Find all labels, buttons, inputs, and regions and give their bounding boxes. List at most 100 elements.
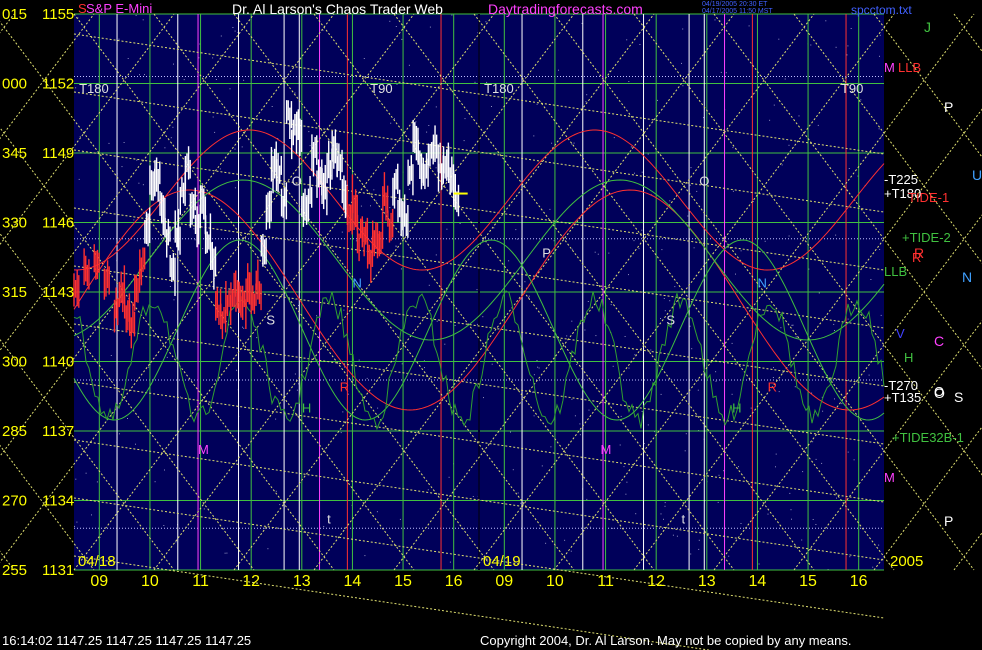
star-dot [732, 147, 734, 149]
star-dot [226, 552, 228, 554]
star-dot [224, 552, 226, 554]
star-dot [634, 172, 635, 174]
star-dot [728, 555, 730, 557]
star-dot [424, 367, 425, 369]
star-dot [635, 513, 637, 515]
star-dot [798, 115, 800, 117]
star-dot [650, 349, 652, 351]
star-dot [689, 325, 691, 327]
star-dot [198, 57, 200, 59]
star-dot [879, 249, 881, 250]
star-dot [610, 304, 612, 306]
star-dot [108, 142, 110, 144]
star-dot [389, 207, 391, 209]
star-dot [429, 26, 431, 28]
star-dot [340, 432, 342, 434]
star-dot [687, 215, 689, 217]
star-dot [449, 561, 451, 563]
star-dot [594, 251, 596, 253]
star-dot [127, 418, 128, 419]
star-dot [512, 469, 514, 471]
star-dot [531, 391, 533, 393]
star-dot [571, 143, 573, 145]
star-dot [144, 74, 145, 76]
star-dot [148, 366, 150, 368]
in-plot-label: R [768, 380, 777, 395]
star-dot [628, 81, 630, 82]
x-tick-hour: 09 [90, 573, 108, 590]
star-dot [628, 367, 630, 369]
star-dot [306, 239, 308, 241]
star-dot [630, 146, 632, 148]
star-dot [781, 164, 783, 166]
star-dot [689, 184, 691, 186]
star-dot [868, 374, 870, 376]
y-tick-degree: 315 [2, 284, 27, 301]
star-dot [272, 150, 273, 152]
star-dot [78, 178, 80, 180]
in-plot-label: t [327, 512, 331, 527]
star-dot [714, 19, 716, 21]
star-dot [485, 21, 487, 23]
star-dot [256, 337, 258, 339]
right-line-label: +T135 [884, 390, 921, 405]
y-tick-price: 1134 [42, 493, 74, 510]
in-plot-label: H [302, 400, 311, 415]
star-dot [308, 131, 310, 133]
in-plot-label: N [757, 275, 766, 290]
star-dot [878, 544, 880, 546]
right-row-letter: J [924, 19, 931, 35]
star-dot [815, 458, 817, 460]
in-plot-label: t [682, 512, 686, 527]
star-dot [663, 298, 665, 299]
star-dot [538, 367, 540, 369]
star-dot [142, 19, 144, 21]
star-dot [821, 462, 823, 464]
star-dot [170, 137, 172, 139]
star-dot [395, 26, 397, 27]
right-line-label: R [912, 250, 921, 265]
star-dot [732, 190, 734, 192]
star-dot [780, 327, 782, 329]
star-dot [243, 327, 245, 329]
star-dot [723, 470, 725, 472]
star-dot [415, 121, 417, 123]
star-dot [360, 205, 362, 207]
star-dot [818, 292, 820, 294]
star-dot [697, 389, 699, 391]
status-readout: 16:14:02 1147.25 1147.25 1147.25 1147.25 [2, 633, 251, 648]
star-dot [698, 548, 700, 550]
star-dot [236, 369, 238, 371]
star-dot [850, 28, 852, 29]
star-dot [641, 411, 643, 412]
x-tick-hour: 14 [749, 573, 767, 590]
star-dot [136, 159, 138, 161]
star-dot [791, 518, 792, 520]
star-dot [566, 335, 568, 337]
y-tick-degree: 000 [2, 76, 27, 93]
star-dot [834, 330, 835, 331]
star-dot [690, 167, 692, 169]
star-dot [164, 469, 165, 471]
star-dot [778, 391, 780, 393]
in-plot-label: S [266, 312, 275, 327]
star-dot [835, 46, 837, 48]
star-dot [232, 27, 234, 28]
star-dot [364, 555, 366, 557]
star-dot [448, 476, 450, 478]
star-dot [664, 310, 666, 312]
right-line-label: H [904, 350, 913, 365]
y-tick-degree: 345 [2, 145, 27, 162]
star-dot [773, 104, 775, 106]
right-row-letter: N [962, 269, 972, 285]
star-dot [847, 451, 849, 453]
right-line-label: M [884, 60, 895, 75]
star-dot [550, 446, 552, 448]
star-dot [731, 342, 733, 344]
star-dot [476, 323, 478, 325]
star-dot [624, 336, 626, 337]
star-dot [355, 240, 357, 242]
star-dot [472, 496, 474, 497]
star-dot [408, 188, 410, 190]
star-dot [685, 433, 687, 435]
